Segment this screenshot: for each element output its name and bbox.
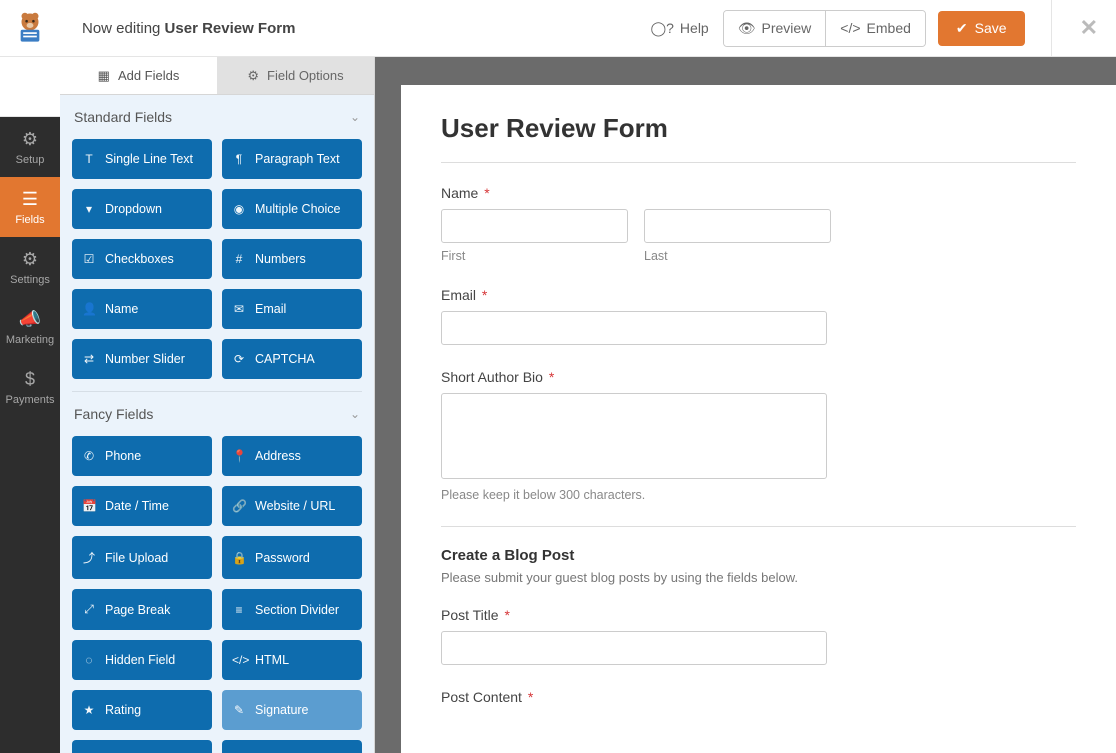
embed-button[interactable]: </> Embed [825,11,925,46]
nav-marketing[interactable]: 📣Marketing [0,297,60,357]
nav-fields[interactable]: ☰Fields [0,177,60,237]
section-desc: Please submit your guest blog posts by u… [441,570,1076,585]
preview-embed-group: 👁 Preview </> Embed [723,10,926,47]
megaphone-icon: 📣 [19,309,41,330]
chevron-down-icon: ⌄ [350,407,360,421]
field-type-number-slider[interactable]: ⇄Number Slider [72,339,212,379]
tab-field-options[interactable]: ⚙ Field Options [217,57,374,94]
multiple-choice-icon: ◉ [232,202,246,216]
preview-button[interactable]: 👁 Preview [724,11,826,46]
name-last-input[interactable] [644,209,831,243]
single-line-text-icon: T [82,152,96,166]
field-type-password[interactable]: 🔒Password [222,536,362,579]
field-type-net-promoter-score[interactable]: ☺Net Promoter Score [222,740,362,753]
website-url-icon: 🔗 [232,499,246,513]
hidden-field-icon: ◌ [82,653,96,667]
field-type-signature[interactable]: ✎Signature [222,690,362,730]
captcha-icon: ⟳ [232,352,246,366]
close-icon[interactable]: ✕ [1080,15,1098,41]
logo [0,0,60,57]
field-type-checkboxes[interactable]: ☑Checkboxes [72,239,212,279]
nav-blank [0,57,60,117]
field-type-captcha[interactable]: ⟳CAPTCHA [222,339,362,379]
post-title-input[interactable] [441,631,827,665]
dropdown-icon: ▾ [82,202,96,216]
field-type-date-time[interactable]: 📅Date / Time [72,486,212,526]
save-button[interactable]: ✔ Save [938,11,1025,46]
field-type-paragraph-text[interactable]: ¶Paragraph Text [222,139,362,179]
form-title: User Review Form [441,113,1076,163]
chevron-down-icon: ⌄ [350,110,360,124]
paragraph-text-icon: ¶ [232,152,246,166]
email-icon: ✉ [232,302,246,316]
dollar-icon: $ [25,369,35,390]
form-canvas[interactable]: User Review Form Name * First Last [401,85,1116,753]
field-type-numbers[interactable]: #Numbers [222,239,362,279]
email-input[interactable] [441,311,827,345]
sliders-icon: ⚙ [22,249,38,270]
field-type-page-break[interactable]: ⤢Page Break [72,589,212,630]
section-standard-fields[interactable]: Standard Fields ⌄ [72,95,362,135]
rating-icon: ★ [82,703,96,717]
file-upload-icon: ⤴ [82,549,96,566]
page-title: Now editing User Review Form [82,20,295,37]
field-post-content[interactable]: Post Content * [441,689,1076,705]
section-fancy-fields[interactable]: Fancy Fields ⌄ [72,392,362,432]
field-type-dropdown[interactable]: ▾Dropdown [72,189,212,229]
section-divider-icon: ≡ [232,603,246,617]
grid-icon: ▦ [98,68,110,84]
date-time-icon: 📅 [82,499,96,513]
field-type-single-line-text[interactable]: TSingle Line Text [72,139,212,179]
field-type-file-upload[interactable]: ⤴File Upload [72,536,212,579]
field-type-email[interactable]: ✉Email [222,289,362,329]
field-email[interactable]: Email * [441,287,1076,345]
numbers-icon: # [232,252,246,266]
nav-payments[interactable]: $Payments [0,357,60,417]
field-type-section-divider[interactable]: ≡Section Divider [222,589,362,630]
field-type-rating[interactable]: ★Rating [72,690,212,730]
list-icon: ☰ [22,189,38,210]
checkboxes-icon: ☑ [82,252,96,266]
field-post-title[interactable]: Post Title * [441,607,1076,665]
field-type-website-url[interactable]: 🔗Website / URL [222,486,362,526]
sublabel-first: First [441,249,628,263]
field-type-hidden-field[interactable]: ◌Hidden Field [72,640,212,680]
password-icon: 🔒 [232,551,246,565]
name-icon: 👤 [82,302,96,316]
fields-panel: ▦ Add Fields ⚙ Field Options Standard Fi… [60,57,375,753]
address-icon: 📍 [232,449,246,463]
sublabel-last: Last [644,249,831,263]
sliders-icon: ⚙ [247,68,259,84]
section-title: Create a Blog Post [441,547,1076,564]
field-name[interactable]: Name * First Last [441,185,1076,263]
nav-setup[interactable]: ⚙Setup [0,117,60,177]
field-short-author-bio[interactable]: Short Author Bio * Please keep it below … [441,369,1076,502]
topbar: Now editing User Review Form ◯? Help 👁 P… [0,0,1116,57]
field-type-likert-scale[interactable]: ☷Likert Scale [72,740,212,753]
field-type-name[interactable]: 👤Name [72,289,212,329]
gear-icon: ⚙ [22,129,38,150]
help-link[interactable]: ◯? Help [650,20,708,37]
bio-hint: Please keep it below 300 characters. [441,488,1076,502]
help-icon: ◯? [650,20,673,37]
icon-nav: ⚙Setup ☰Fields ⚙Settings 📣Marketing $Pay… [0,57,60,753]
name-first-input[interactable] [441,209,628,243]
tab-add-fields[interactable]: ▦ Add Fields [60,57,217,94]
field-type-address[interactable]: 📍Address [222,436,362,476]
code-icon: </> [840,20,860,36]
number-slider-icon: ⇄ [82,352,96,366]
phone-icon: ✆ [82,449,96,463]
bio-textarea[interactable] [441,393,827,479]
canvas-wrap: User Review Form Name * First Last [375,57,1116,753]
field-type-html[interactable]: </>HTML [222,640,362,680]
nav-settings[interactable]: ⚙Settings [0,237,60,297]
eye-icon: 👁 [738,20,756,37]
html-icon: </> [232,653,246,667]
check-icon: ✔ [956,20,968,37]
field-type-multiple-choice[interactable]: ◉Multiple Choice [222,189,362,229]
page-break-icon: ⤢ [82,602,96,617]
signature-icon: ✎ [232,703,246,717]
field-type-phone[interactable]: ✆Phone [72,436,212,476]
